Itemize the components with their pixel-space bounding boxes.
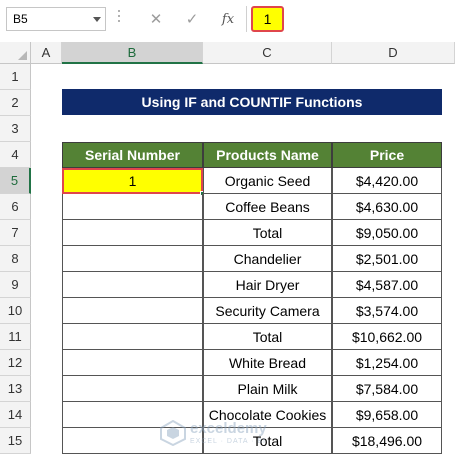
column-header-a[interactable]: A xyxy=(31,42,62,64)
serial-cell[interactable] xyxy=(62,376,203,402)
product-cell[interactable]: Security Camera xyxy=(203,298,332,324)
product-cell[interactable]: Plain Milk xyxy=(203,376,332,402)
product-cell[interactable]: Hair Dryer xyxy=(203,272,332,298)
serial-cell[interactable] xyxy=(62,272,203,298)
insert-function-button[interactable]: fx xyxy=(218,9,238,29)
column-header-d[interactable]: D xyxy=(332,42,455,64)
fx-label: fx xyxy=(221,11,235,27)
product-cell[interactable]: Total xyxy=(203,220,332,246)
product-cell[interactable]: Coffee Beans xyxy=(203,194,332,220)
close-icon[interactable]: ✕ xyxy=(146,9,166,29)
serial-cell[interactable] xyxy=(62,246,203,272)
price-cell[interactable]: $4,630.00 xyxy=(332,194,442,220)
check-icon[interactable]: ✓ xyxy=(182,9,202,29)
price-cell[interactable]: $7,584.00 xyxy=(332,376,442,402)
product-cell[interactable]: Organic Seed xyxy=(203,168,332,194)
sheet-title[interactable]: Using IF and COUNTIF Functions xyxy=(62,89,442,115)
price-cell[interactable]: $4,420.00 xyxy=(332,168,442,194)
row-header-12[interactable]: 12 xyxy=(0,350,31,376)
row-header-3[interactable]: 3 xyxy=(0,116,31,142)
serial-cell-active[interactable]: 1 xyxy=(62,168,203,194)
header-price[interactable]: Price xyxy=(332,142,442,168)
row-header-2[interactable]: 2 xyxy=(0,90,31,116)
row-header-13[interactable]: 13 xyxy=(0,376,31,402)
watermark-name: exceldemy xyxy=(190,420,267,437)
product-cell[interactable]: Total xyxy=(203,324,332,350)
price-cell[interactable]: $9,658.00 xyxy=(332,402,442,428)
row-header-4[interactable]: 4 xyxy=(0,142,31,168)
row-header-7[interactable]: 7 xyxy=(0,220,31,246)
watermark: exceldemy EXCEL · DATA · BI xyxy=(160,414,310,450)
serial-cell[interactable] xyxy=(62,298,203,324)
price-cell[interactable]: $3,574.00 xyxy=(332,298,442,324)
chevron-down-icon[interactable] xyxy=(93,17,101,22)
row-header-1[interactable]: 1 xyxy=(0,64,31,90)
serial-cell[interactable] xyxy=(62,324,203,350)
row-header-9[interactable]: 9 xyxy=(0,272,31,298)
product-cell[interactable]: White Bread xyxy=(203,350,332,376)
formula-bar: B5 ✕ ✓ fx 1 xyxy=(0,0,465,40)
row-header-15[interactable]: 15 xyxy=(0,428,31,454)
header-products-name[interactable]: Products Name xyxy=(203,142,332,168)
name-box-value: B5 xyxy=(13,12,28,26)
serial-cell[interactable] xyxy=(62,194,203,220)
product-cell[interactable]: Chandelier xyxy=(203,246,332,272)
row-header-6[interactable]: 6 xyxy=(0,194,31,220)
row-header-5[interactable]: 5 xyxy=(0,168,31,194)
price-cell[interactable]: $1,254.00 xyxy=(332,350,442,376)
row-header-10[interactable]: 10 xyxy=(0,298,31,324)
price-cell[interactable]: $18,496.00 xyxy=(332,428,442,454)
price-cell[interactable]: $4,587.00 xyxy=(332,272,442,298)
price-cell[interactable]: $9,050.00 xyxy=(332,220,442,246)
serial-cell[interactable] xyxy=(62,350,203,376)
exceldemy-logo-icon xyxy=(160,420,186,446)
watermark-tagline: EXCEL · DATA · BI xyxy=(190,438,266,445)
drag-handle[interactable] xyxy=(118,10,121,28)
formula-value[interactable]: 1 xyxy=(251,6,284,32)
column-header-c[interactable]: C xyxy=(203,42,332,64)
column-header-b[interactable]: B xyxy=(62,42,203,64)
header-serial-number[interactable]: Serial Number xyxy=(62,142,203,168)
row-header-14[interactable]: 14 xyxy=(0,402,31,428)
row-header-11[interactable]: 11 xyxy=(0,324,31,350)
name-box[interactable]: B5 xyxy=(6,7,106,31)
price-cell[interactable]: $2,501.00 xyxy=(332,246,442,272)
select-all-button[interactable] xyxy=(0,42,31,64)
row-header-8[interactable]: 8 xyxy=(0,246,31,272)
price-cell[interactable]: $10,662.00 xyxy=(332,324,442,350)
serial-cell[interactable] xyxy=(62,220,203,246)
